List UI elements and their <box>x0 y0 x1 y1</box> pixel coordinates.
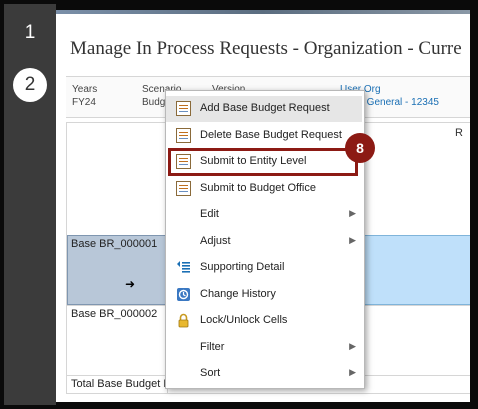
menu-item-label: Change History <box>200 288 276 300</box>
document-icon <box>176 128 191 143</box>
menu-item-adjust[interactable]: Adjust ▶ <box>166 229 362 255</box>
column-header-partial: R <box>455 127 463 139</box>
tutorial-frame: 1 2 Manage In Process Requests - Organiz… <box>0 0 478 409</box>
document-icon <box>176 181 191 196</box>
callout-highlight-box <box>168 148 358 176</box>
menu-item-supporting-detail[interactable]: Supporting Detail <box>166 255 362 281</box>
menu-item-submit-to-budget-office[interactable]: Submit to Budget Office <box>166 176 362 202</box>
submenu-arrow-icon: ▶ <box>349 367 356 377</box>
submenu-arrow-icon: ▶ <box>349 341 356 351</box>
menu-item-label: Lock/Unlock Cells <box>200 314 288 326</box>
menu-item-label: Supporting Detail <box>200 261 285 273</box>
document-icon <box>176 101 191 116</box>
row-label-br-000002[interactable]: Base BR_000002 <box>71 308 157 320</box>
arrow-cursor-icon: ➜ <box>125 277 136 291</box>
pov-years[interactable]: Years FY24 <box>72 83 97 109</box>
context-menu: Add Base Budget Request Delete Base Budg… <box>165 90 365 389</box>
step-rail: 1 2 <box>4 4 56 405</box>
menu-item-edit[interactable]: Edit ▶ <box>166 202 362 228</box>
header-strip <box>56 10 470 14</box>
menu-item-add-base-budget-request[interactable]: Add Base Budget Request <box>166 96 362 122</box>
menu-item-filter[interactable]: Filter ▶ <box>166 335 362 361</box>
lock-icon <box>176 313 191 328</box>
row-label-total[interactable]: Total Base Budget R <box>71 378 171 390</box>
step-2-indicator: 2 <box>13 68 47 102</box>
menu-item-label: Adjust <box>200 235 231 247</box>
supporting-detail-icon <box>176 260 191 275</box>
change-history-icon <box>176 287 191 302</box>
menu-item-label: Filter <box>200 341 225 353</box>
menu-item-label: Edit <box>200 208 219 220</box>
pov-years-label: Years <box>72 84 98 95</box>
submenu-arrow-icon: ▶ <box>349 208 356 218</box>
menu-item-label: Add Base Budget Request <box>200 102 330 114</box>
callout-number-badge: 8 <box>345 133 375 163</box>
page-title: Manage In Process Requests - Organizatio… <box>70 38 462 59</box>
menu-item-label: Delete Base Budget Request <box>200 129 342 141</box>
menu-item-change-history[interactable]: Change History <box>166 282 362 308</box>
menu-item-delete-base-budget-request[interactable]: Delete Base Budget Request <box>166 123 362 149</box>
menu-item-label: Submit to Budget Office <box>200 182 316 194</box>
menu-item-lock-unlock-cells[interactable]: Lock/Unlock Cells <box>166 308 362 334</box>
step-1-label: 1 <box>24 22 36 43</box>
menu-item-sort[interactable]: Sort ▶ <box>166 361 362 387</box>
row-label-br-000001[interactable]: Base BR_000001 <box>71 238 157 250</box>
submenu-arrow-icon: ▶ <box>349 235 356 245</box>
menu-item-label: Sort <box>200 367 221 379</box>
pov-years-value: FY24 <box>72 97 96 108</box>
